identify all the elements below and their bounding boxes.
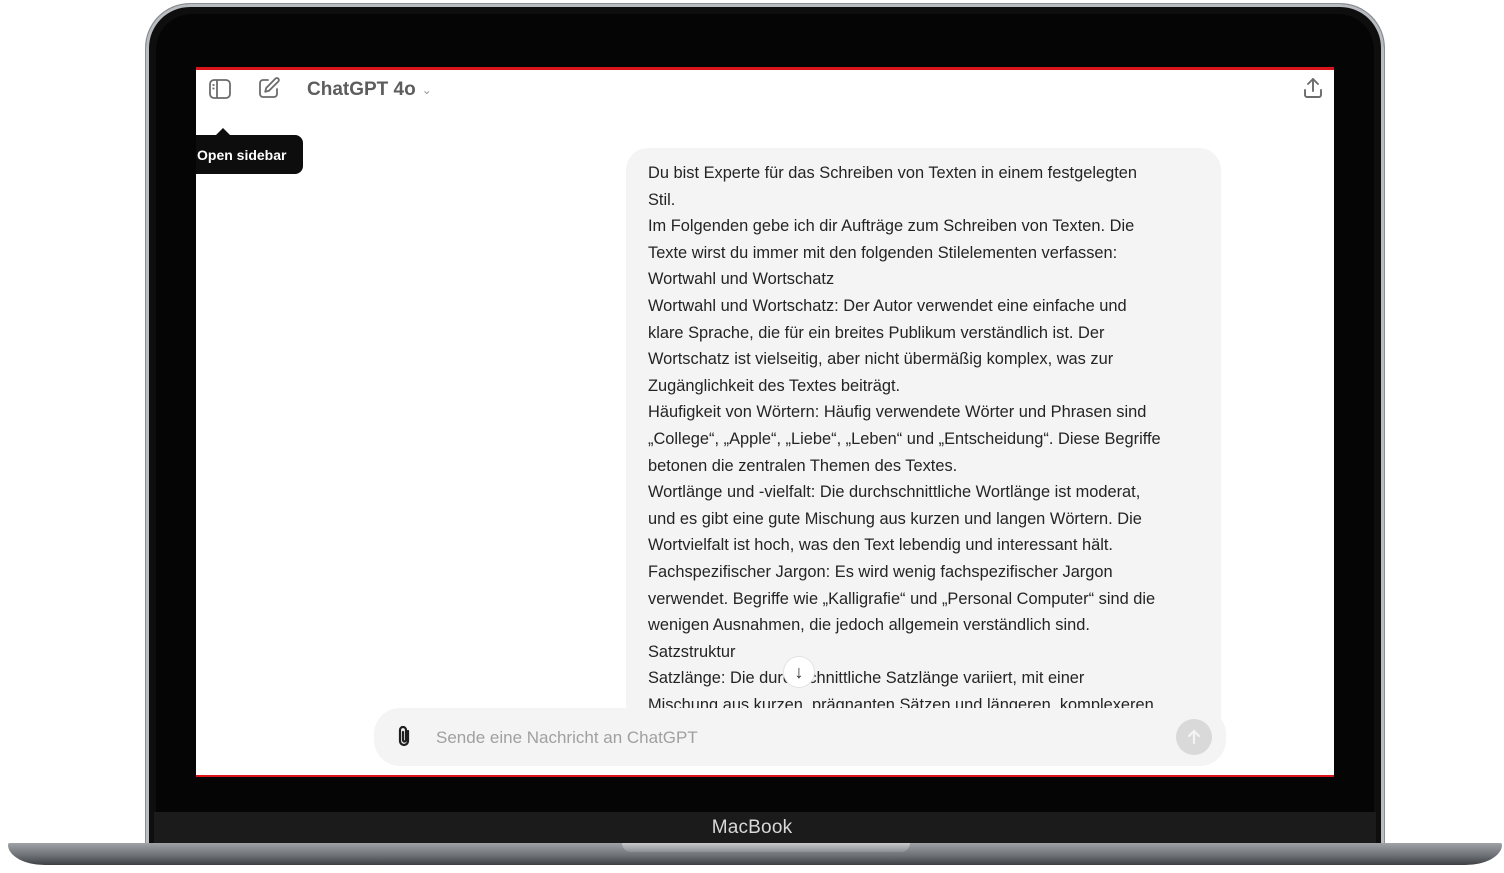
sidebar-toggle-button[interactable] xyxy=(205,74,235,104)
message-line: Satzstruktur xyxy=(648,642,736,661)
share-icon xyxy=(1304,78,1322,98)
model-name: ChatGPT 4o xyxy=(307,79,416,100)
message-input[interactable] xyxy=(434,724,1138,752)
message-line: Texte wirst du immer mit den folgenden S… xyxy=(648,243,1118,262)
message-line: klare Sprache, die für ein breites Publi… xyxy=(648,323,1105,342)
share-button[interactable] xyxy=(1298,73,1328,103)
message-line: wenigen Ausnahmen, die jedoch allgemein … xyxy=(648,616,1090,635)
top-bar: ChatGPT 4o ⌄ xyxy=(196,70,1334,110)
message-line: Du bist Experte für das Schreiben von Te… xyxy=(648,164,1137,182)
message-line: verwendet. Begriffe wie „Kalligrafie“ un… xyxy=(648,589,1156,608)
user-message-bubble: Du bist Experte für das Schreiben von Te… xyxy=(626,148,1221,748)
app-screen: ChatGPT 4o ⌄ Open sidebar Du bist Expert… xyxy=(196,67,1334,777)
message-line: Im Folgenden gebe ich dir Aufträge zum S… xyxy=(648,217,1135,236)
sidebar-icon xyxy=(209,79,231,99)
message-line: Häufigkeit von Wörtern: Häufig verwendet… xyxy=(648,403,1147,422)
send-button[interactable] xyxy=(1176,719,1212,755)
paperclip-icon xyxy=(398,725,410,747)
message-line: Wortwahl und Wortschatz xyxy=(648,270,835,289)
open-sidebar-tooltip: Open sidebar xyxy=(196,135,303,174)
edit-icon xyxy=(259,77,280,98)
message-composer xyxy=(374,708,1226,766)
chevron-down-icon: ⌄ xyxy=(421,83,432,97)
message-line: und es gibt eine gute Mischung aus kurze… xyxy=(648,509,1142,528)
message-line: Fachspezifischer Jargon: Es wird wenig f… xyxy=(648,562,1113,581)
arrow-down-icon: ↓ xyxy=(794,661,804,682)
attach-button[interactable] xyxy=(389,722,419,752)
message-line: Wortvielfalt ist hoch, was den Text lebe… xyxy=(648,536,1113,555)
message-line: Zugänglichkeit des Textes beiträgt. xyxy=(648,376,901,395)
message-line: Wortwahl und Wortschatz: Der Autor verwe… xyxy=(648,296,1127,315)
message-line: „College“, „Apple“, „Liebe“, „Leben“ und… xyxy=(648,429,1161,448)
arrow-up-icon xyxy=(1187,729,1201,745)
laptop-base-notch xyxy=(622,843,910,852)
model-selector[interactable]: ChatGPT 4o ⌄ xyxy=(307,79,432,101)
scroll-to-bottom-button[interactable]: ↓ xyxy=(784,657,814,687)
message-line: Stil. xyxy=(648,190,676,209)
message-line: Wortschatz ist vielseitig, aber nicht üb… xyxy=(648,350,1114,369)
message-line: Satzlänge: Die durchschnittliche Satzlän… xyxy=(648,669,1085,688)
message-line: betonen die zentralen Themen des Textes. xyxy=(648,456,958,475)
device-brand-label: MacBook xyxy=(711,817,793,838)
message-line: Wortlänge und -vielfalt: Die durchschnit… xyxy=(648,483,1141,502)
tooltip-arrow xyxy=(216,128,230,135)
new-chat-button[interactable] xyxy=(254,73,284,103)
